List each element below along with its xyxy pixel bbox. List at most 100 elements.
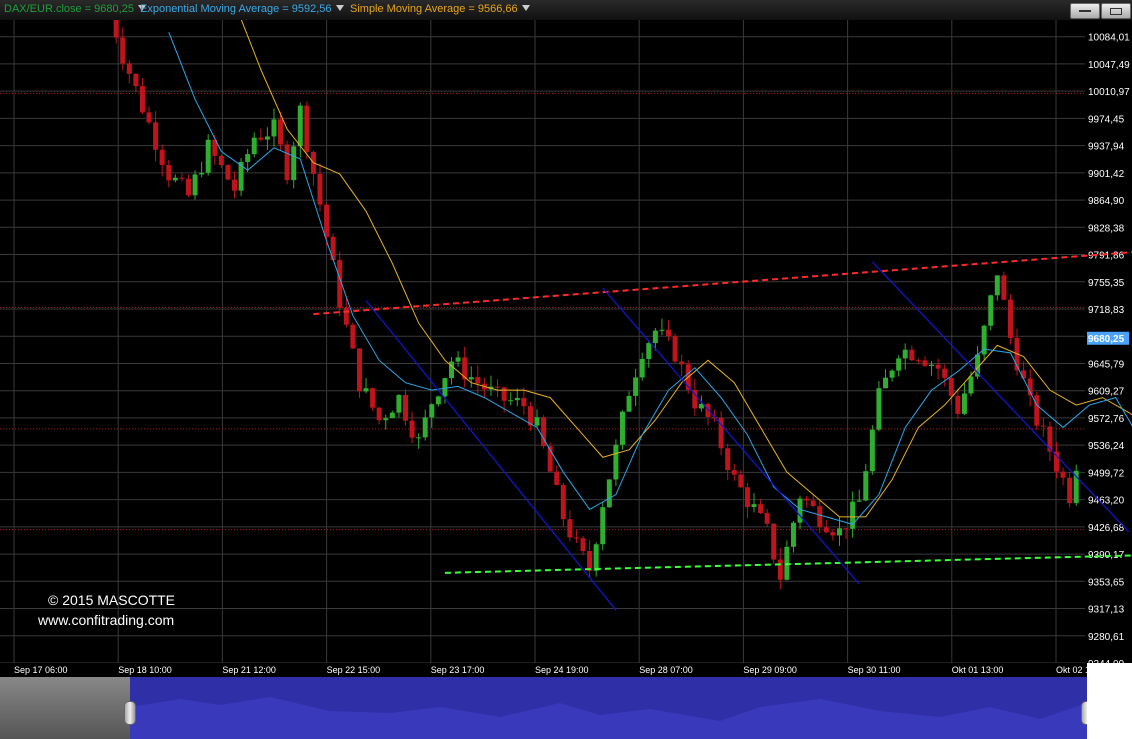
candle-body <box>593 544 599 571</box>
candle-body <box>225 165 231 180</box>
y-tick-label: 9755,35 <box>1088 278 1125 289</box>
candle-body <box>350 324 356 349</box>
website-text: www.confitrading.com <box>38 612 175 628</box>
candle-body <box>1007 299 1013 339</box>
price-chart[interactable]: 10084,01 10047,49 10010,97 9974,45 9937,94 99… <box>0 20 1132 663</box>
candle-body <box>823 527 829 533</box>
candle-body <box>383 418 389 421</box>
y-axis: 10084,01 10047,49 10010,97 9974,45 9937,94 99… <box>1086 20 1132 663</box>
candle-body <box>902 349 908 359</box>
candle-body <box>435 396 441 405</box>
candle-body <box>153 122 159 150</box>
y-tick-label: 9974,45 <box>1088 114 1125 125</box>
x-tick-label: Okt 01 13:00 <box>952 665 1004 675</box>
candle-body <box>356 348 362 392</box>
x-tick-label: Okt 02 1 <box>1056 665 1087 675</box>
ema-legend[interactable]: Exponential Moving Average = 9592,56 <box>140 3 344 15</box>
x-tick-label: Sep 17 06:00 <box>14 665 68 675</box>
candle-body <box>567 519 573 538</box>
candle-body <box>731 470 737 475</box>
candle-body <box>968 376 974 394</box>
candle-body <box>468 377 474 380</box>
chart-header-bar: DAX/EUR.close = 9680,25 Exponential Movi… <box>0 0 1132 21</box>
candle-body <box>817 506 823 528</box>
candle-body <box>146 112 152 123</box>
navigator-left-handle[interactable] <box>124 701 136 725</box>
candle-body <box>343 307 349 325</box>
candle-body <box>771 523 777 560</box>
candle-body <box>646 343 652 359</box>
candle-body <box>790 522 796 547</box>
candle-body <box>205 139 211 173</box>
candle-body <box>113 20 119 38</box>
ema-legend-label: Exponential Moving Average = 9592,56 <box>140 3 332 15</box>
candle-body <box>232 179 238 191</box>
candle-body <box>619 411 625 445</box>
ema-dropdown-icon[interactable] <box>335 5 344 11</box>
candle-body <box>514 397 520 401</box>
x-tick-label: Sep 28 07:00 <box>639 665 693 675</box>
candle-body <box>613 444 619 480</box>
y-tick-label: 9828,38 <box>1088 223 1125 234</box>
y-tick-label: 9718,83 <box>1088 305 1125 316</box>
candle-body <box>836 528 842 536</box>
minimize-button[interactable] <box>1070 3 1100 19</box>
y-tick-label: 9280,61 <box>1088 632 1125 643</box>
x-tick-label: Sep 24 19:00 <box>535 665 589 675</box>
candle-body <box>725 448 731 471</box>
candle-body <box>652 330 658 344</box>
y-tick-label: 9353,65 <box>1088 577 1125 588</box>
candle-body <box>185 178 191 196</box>
candle-body <box>883 377 889 389</box>
y-tick-label: 9901,42 <box>1088 169 1125 180</box>
candle-body <box>416 437 422 439</box>
candle-body <box>172 177 178 181</box>
candle-body <box>297 105 303 147</box>
candle-body <box>278 119 284 145</box>
candle-body <box>330 236 336 261</box>
y-tick-label: 10047,49 <box>1088 60 1130 71</box>
candle-body <box>1047 426 1053 452</box>
x-tick-label: Sep 30 11:00 <box>848 665 901 675</box>
candle-body <box>896 358 902 371</box>
candle-body <box>639 358 645 378</box>
time-navigator[interactable] <box>0 677 1093 739</box>
y-tick-label: 9463,20 <box>1088 496 1125 507</box>
candle-body <box>633 377 639 396</box>
candle-body <box>758 504 764 514</box>
candle-body <box>501 387 507 401</box>
sma-legend[interactable]: Simple Moving Average = 9566,66 <box>350 3 530 15</box>
candle-body <box>126 63 132 74</box>
candle-body <box>606 479 612 508</box>
candle-body <box>626 395 632 412</box>
candle-body <box>948 377 954 396</box>
candle-body <box>961 393 967 414</box>
candle-body <box>942 368 948 378</box>
candle-body <box>988 295 994 326</box>
close-legend-label: DAX/EUR.close = 9680,25 <box>4 3 134 15</box>
y-tick-label: 9864,90 <box>1088 196 1125 207</box>
plot-background <box>0 20 1132 663</box>
y-tick-label: 9609,27 <box>1088 387 1125 398</box>
x-tick-label: Sep 21 12:00 <box>222 665 276 675</box>
candle-body <box>389 412 395 419</box>
y-tick-label: 9499,72 <box>1088 468 1125 479</box>
candle-body <box>133 73 139 87</box>
x-tick-label: Sep 22 15:00 <box>327 665 381 675</box>
corner-pad <box>1087 663 1132 739</box>
y-tick-label: 9645,79 <box>1088 359 1125 370</box>
sma-dropdown-icon[interactable] <box>521 5 530 11</box>
candle-body <box>994 275 1000 296</box>
x-tick-label: Sep 29 09:00 <box>743 665 797 675</box>
candle-body <box>955 395 961 414</box>
candle-body <box>370 388 376 408</box>
close-legend[interactable]: DAX/EUR.close = 9680,25 <box>4 3 146 15</box>
maximize-button[interactable] <box>1101 3 1131 19</box>
candle-body <box>909 349 915 361</box>
candle-body <box>192 174 198 196</box>
candle-body <box>166 165 172 181</box>
candle-body <box>587 551 593 571</box>
navigator-profile <box>130 697 1087 739</box>
candle-body <box>810 500 816 507</box>
candle-body <box>915 360 921 362</box>
